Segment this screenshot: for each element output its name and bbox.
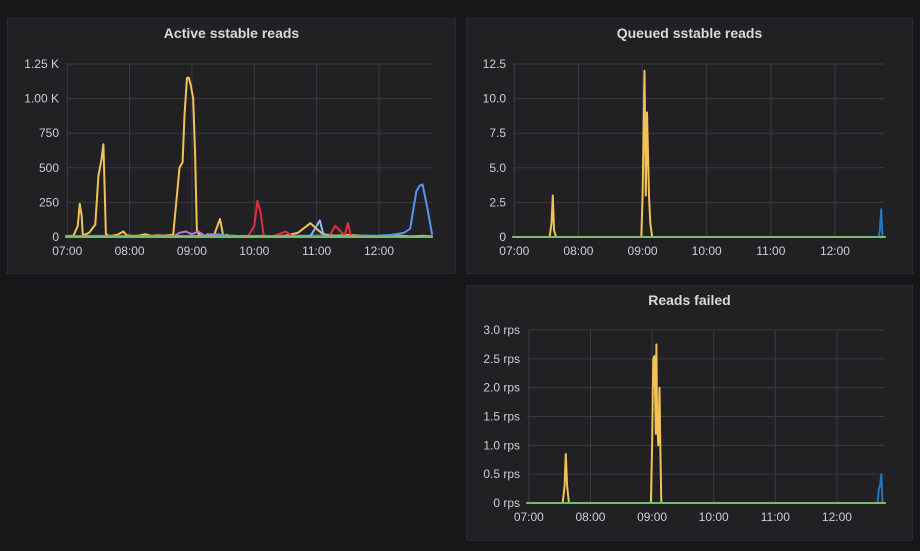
x-tick-label: 09:00 bbox=[177, 244, 207, 258]
y-tick-label: 2.0 rps bbox=[483, 381, 520, 395]
x-tick-label: 11:00 bbox=[302, 244, 331, 258]
chart-active-sstable-reads: 0 250 500 750 1.00 K 1.25 K 07:00 08:00 09:00 10:… bbox=[24, 57, 433, 258]
panel-reads-failed: Reads failed 0 rps 0.5 rps 1.0 rps 1.5 rps 2… bbox=[466, 285, 913, 541]
chart-reads-failed: 0 rps 0.5 rps 1.0 rps 1.5 rps 2.0 rps 2.5 rps… bbox=[483, 323, 886, 524]
y-tick-label: 500 bbox=[39, 161, 59, 175]
x-tick-label: 10:00 bbox=[699, 510, 729, 524]
x-tick-label: 12:00 bbox=[820, 244, 850, 258]
x-tick-label: 09:00 bbox=[628, 244, 658, 258]
x-tick-label: 08:00 bbox=[115, 244, 145, 258]
series-line-1[interactable] bbox=[66, 183, 433, 238]
y-tick-label: 0.5 rps bbox=[483, 467, 520, 481]
y-tick-label: 12.5 bbox=[483, 57, 507, 71]
y-tick-label: 0 bbox=[499, 230, 506, 244]
x-tick-label: 12:00 bbox=[822, 510, 852, 524]
y-tick-label: 750 bbox=[39, 126, 59, 140]
series-line-0[interactable] bbox=[512, 69, 886, 238]
x-tick-label: 12:00 bbox=[364, 244, 394, 258]
y-tick-label: 10.0 bbox=[483, 92, 507, 106]
panel-queued-sstable-reads: Queued sstable reads 0 2.5 5.0 7.5 10.0 12.5 0… bbox=[466, 18, 913, 274]
y-tick-label: 5.0 bbox=[489, 161, 506, 175]
y-tick-label: 3.0 rps bbox=[483, 323, 520, 337]
x-tick-label: 07:00 bbox=[514, 510, 544, 524]
x-tick-label: 09:00 bbox=[637, 510, 667, 524]
panel-active-sstable-reads: Active sstable reads 0 250 500 750 1.00 K 1.2… bbox=[7, 18, 456, 274]
x-tick-label: 08:00 bbox=[563, 244, 593, 258]
y-tick-label: 2.5 rps bbox=[483, 352, 520, 366]
y-tick-label: 1.25 K bbox=[24, 57, 59, 71]
y-tick-label: 0 rps bbox=[493, 496, 520, 510]
x-tick-label: 07:00 bbox=[499, 244, 529, 258]
y-tick-label: 250 bbox=[39, 195, 59, 209]
chart-queued-sstable-reads: 0 2.5 5.0 7.5 10.0 12.5 07:00 08:00 09:00 10:00 11… bbox=[483, 57, 886, 258]
x-tick-label: 10:00 bbox=[239, 244, 269, 258]
y-tick-label: 1.00 K bbox=[24, 92, 59, 106]
series-line-0[interactable] bbox=[65, 76, 433, 238]
series-line-0[interactable] bbox=[526, 343, 886, 504]
series-line-1[interactable] bbox=[512, 208, 886, 238]
x-tick-label: 11:00 bbox=[761, 510, 790, 524]
x-tick-label: 10:00 bbox=[692, 244, 722, 258]
y-tick-label: 1.0 rps bbox=[483, 438, 520, 452]
y-tick-label: 7.5 bbox=[489, 126, 506, 140]
y-tick-label: 1.5 rps bbox=[483, 410, 520, 424]
x-tick-label: 08:00 bbox=[575, 510, 605, 524]
x-tick-label: 11:00 bbox=[756, 244, 785, 258]
y-tick-label: 2.5 bbox=[489, 195, 506, 209]
y-tick-label: 0 bbox=[52, 230, 59, 244]
series-line-1[interactable] bbox=[526, 473, 886, 504]
x-tick-label: 07:00 bbox=[52, 244, 82, 258]
